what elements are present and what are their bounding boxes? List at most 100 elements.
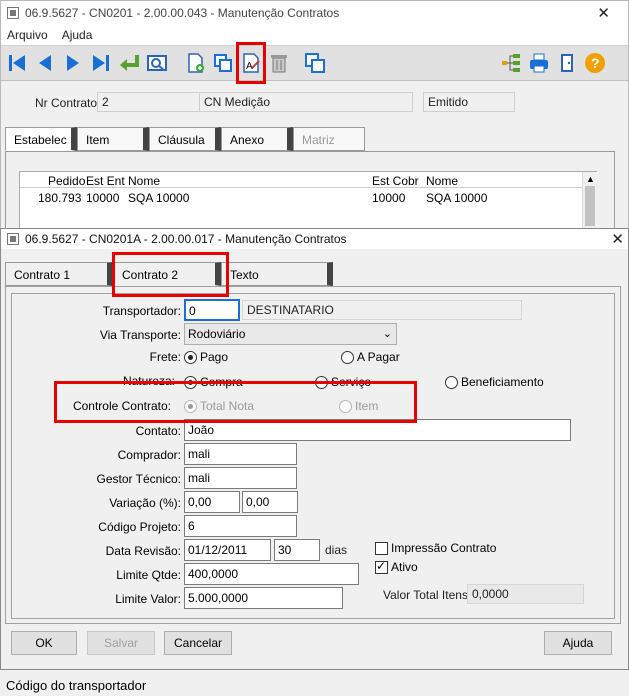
valor-total-label: Valor Total Itens: (383, 588, 472, 602)
checkbox-box (375, 541, 388, 555)
emitido-field: Emitido (423, 92, 515, 112)
grid-cell-nome: SQA 10000 (128, 191, 190, 205)
duplicate-icon[interactable] (303, 51, 327, 75)
svg-text:?: ? (591, 55, 600, 71)
gestor-tecnico-label: Gestor Técnico: (96, 472, 181, 486)
dialog-title-bar: 06.9.5627 - CN0201A - 2.00.00.017 - Manu… (1, 229, 628, 249)
comprador-input[interactable]: mali (184, 443, 297, 465)
ativo-checkbox[interactable]: Ativo (375, 559, 418, 574)
comprador-label: Comprador: (117, 448, 181, 462)
frete-label: Frete: (149, 350, 181, 364)
grid-header-nome: Nome (128, 174, 161, 188)
back-title-bar: 06.9.5627 - CN0201 - 2.00.00.043 - Manut… (1, 1, 628, 25)
copy-record-icon[interactable] (211, 51, 235, 75)
transportador-label: Transportador: (102, 304, 181, 318)
tab-contrato-1[interactable]: Contrato 1 (5, 262, 113, 286)
grid-cell-nome-2: SQA 10000 (426, 191, 488, 205)
grid-scrollbar[interactable]: ▲ (582, 172, 597, 230)
transportador-input[interactable]: 0 (184, 299, 240, 321)
contract-dialog: 06.9.5627 - CN0201A - 2.00.00.017 - Manu… (0, 228, 629, 670)
goto-icon[interactable] (117, 51, 141, 75)
tab-estabelec[interactable]: Estabelec (5, 127, 77, 151)
last-record-icon[interactable] (89, 51, 113, 75)
highlight-edit-icon (236, 42, 266, 84)
gestor-tecnico-input[interactable]: mali (184, 467, 297, 489)
dialog-title: 06.9.5627 - CN0201A - 2.00.00.017 - Manu… (25, 232, 347, 246)
transportador-name-field: DESTINATARIO (242, 300, 522, 320)
previous-record-icon[interactable] (33, 51, 57, 75)
exit-icon[interactable] (555, 51, 579, 75)
scroll-up-icon[interactable]: ▲ (586, 174, 595, 184)
via-transporte-label: Via Transporte: (99, 328, 181, 342)
radio-dot (184, 350, 197, 364)
limite-qtde-label: Limite Qtde: (116, 568, 181, 582)
impressao-contrato-checkbox[interactable]: Impressão Contrato (375, 541, 496, 555)
via-transporte-select[interactable]: Rodoviário ⌄ (184, 323, 397, 345)
variacao-input-2[interactable]: 0,00 (242, 491, 298, 513)
grid-header-nome-2: Nome (426, 174, 459, 188)
dias-input[interactable]: 30 (274, 539, 320, 561)
limite-valor-input[interactable]: 5.000,0000 (184, 587, 343, 609)
dialog-app-icon (7, 233, 19, 245)
search-icon[interactable] (145, 51, 169, 75)
radio-dot (445, 375, 458, 389)
grid-header-pedido: Pedido (48, 174, 86, 188)
nr-contrato-label: Nr Contrato: (35, 96, 101, 110)
tab-texto[interactable]: Texto (221, 262, 333, 286)
limite-valor-label: Limite Valor: (115, 592, 181, 606)
estabelec-grid[interactable]: Pedido Est Ent Nome Est Cobr Nome 180.79… (19, 171, 597, 231)
codigo-projeto-input[interactable]: 6 (184, 515, 297, 537)
nr-contrato-field: 2 (97, 92, 201, 112)
grid-cell-pedido: 180.793 (38, 191, 82, 205)
menu-arquivo[interactable]: Arquivo (7, 28, 48, 42)
variacao-input-1[interactable]: 0,00 (184, 491, 240, 513)
radio-dot (341, 350, 354, 364)
frete-pago-radio[interactable]: Pago (184, 350, 228, 364)
impressao-contrato-label: Impressão Contrato (391, 541, 497, 555)
frete-apagar-radio[interactable]: A Pagar (341, 350, 400, 364)
status-bar: Código do transportador (0, 672, 629, 696)
ajuda-button[interactable]: Ajuda (544, 631, 612, 655)
back-tab-strip: Estabelec Item Cláusula Anexo Matriz (5, 127, 365, 151)
dias-label: dias (325, 543, 348, 557)
back-close-icon[interactable]: ✕ (597, 4, 610, 22)
dialog-close-icon[interactable]: ✕ (611, 230, 624, 248)
via-transporte-value: Rodoviário (188, 327, 246, 341)
grid-cell-est-cobr: 10000 (372, 191, 406, 205)
menu-bar: Arquivo Ajuda (1, 25, 628, 45)
cn-medicao-field: CN Medição (199, 92, 413, 112)
limite-qtde-input[interactable]: 400,0000 (184, 563, 359, 585)
variacao-label: Variação (%): (109, 496, 181, 510)
data-revisao-label: Data Revisão: (105, 544, 181, 558)
salvar-button: Salvar (87, 631, 155, 655)
ok-button[interactable]: OK (11, 631, 77, 655)
first-record-icon[interactable] (5, 51, 29, 75)
cancelar-button[interactable]: Cancelar (164, 631, 232, 655)
next-record-icon[interactable] (61, 51, 85, 75)
contato-label: Contato: (135, 424, 181, 438)
highlight-contrato-2-tab (112, 252, 229, 297)
ativo-label: Ativo (391, 560, 418, 574)
help-icon[interactable]: ? (583, 51, 607, 75)
delete-record-icon[interactable] (267, 51, 291, 75)
tab-anexo[interactable]: Anexo (221, 127, 293, 151)
codigo-projeto-label: Código Projeto: (98, 520, 181, 534)
highlight-controle-contrato (54, 381, 417, 423)
natureza-beneficiamento-radio[interactable]: Beneficiamento (445, 375, 544, 389)
back-window-title: 06.9.5627 - CN0201 - 2.00.00.043 - Manut… (25, 6, 340, 20)
frete-apagar-label: A Pagar (357, 350, 400, 364)
grid-header-est-ent: Est Ent (86, 174, 125, 188)
new-record-icon[interactable] (183, 51, 207, 75)
back-window: 06.9.5627 - CN0201 - 2.00.00.043 - Manut… (0, 0, 629, 232)
tab-clausula[interactable]: Cláusula (149, 127, 221, 151)
valor-total-field: 0,0000 (467, 584, 584, 604)
frete-pago-label: Pago (200, 350, 229, 364)
data-revisao-input[interactable]: 01/12/2011 (184, 539, 271, 561)
menu-ajuda[interactable]: Ajuda (62, 28, 93, 42)
tree-view-icon[interactable] (499, 51, 523, 75)
scroll-thumb[interactable] (585, 186, 595, 226)
print-icon[interactable] (527, 51, 551, 75)
checkbox-box (375, 559, 388, 574)
tab-matriz: Matriz (293, 127, 365, 151)
tab-item[interactable]: Item (77, 127, 149, 151)
